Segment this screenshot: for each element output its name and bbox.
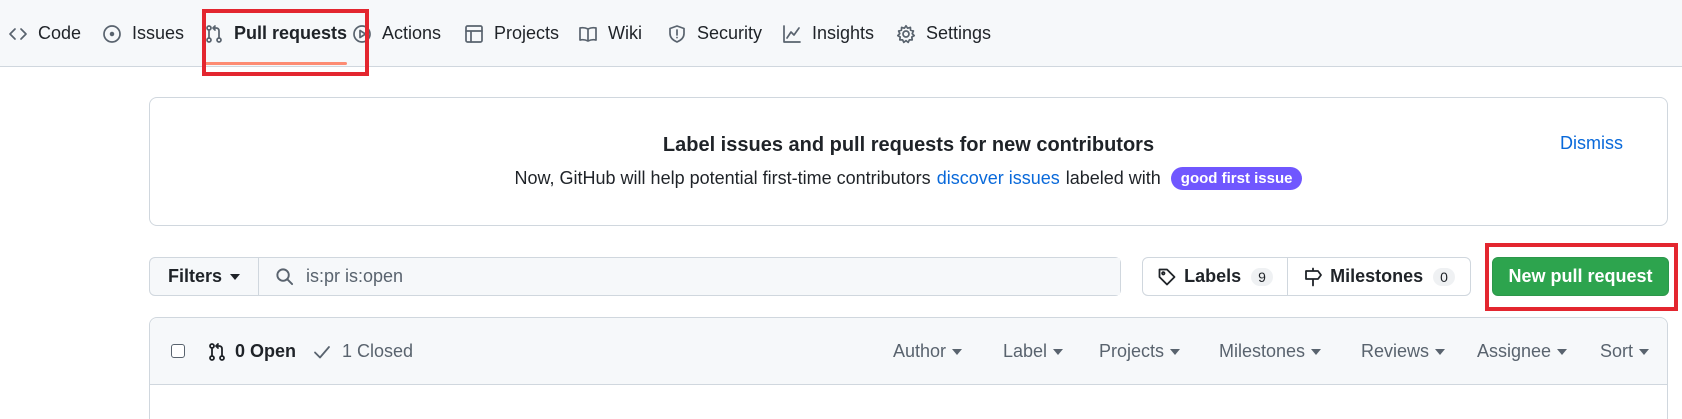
filters-button-label: Filters — [167, 266, 223, 286]
reviews-menu-label: Reviews — [1361, 341, 1430, 361]
tab-pull-requests[interactable]: Pull requests — [204, 0, 348, 67]
new-contributors-banner: Label issues and pull requests for new c… — [149, 97, 1668, 226]
tab-actions-label: Actions — [382, 23, 442, 43]
search-input[interactable] — [306, 266, 906, 287]
labels-button-label: Labels — [1184, 266, 1242, 286]
tag-icon — [1158, 268, 1176, 285]
table-icon — [465, 24, 483, 43]
git-pull-request-icon — [206, 24, 222, 43]
tab-code-label: Code — [38, 23, 82, 43]
banner-text: Now, GitHub will help potential first-ti… — [150, 167, 1667, 190]
milestones-menu[interactable]: Milestones — [1219, 318, 1322, 385]
good-first-issue-badge[interactable]: good first issue — [1170, 167, 1303, 190]
milestones-menu-label: Milestones — [1219, 341, 1306, 361]
tab-settings[interactable]: Settings — [896, 0, 991, 67]
code-icon — [9, 27, 27, 40]
closed-filter[interactable]: 1 Closed — [312, 318, 413, 385]
author-menu[interactable]: Author — [893, 318, 963, 385]
projects-menu-label: Projects — [1099, 341, 1165, 361]
shield-icon — [669, 24, 685, 43]
assignee-menu-label: Assignee — [1477, 341, 1552, 361]
labels-milestones-group: Labels 9 Milestones 0 — [1142, 257, 1471, 296]
labels-count: 9 — [1251, 267, 1273, 286]
label-menu-label: Label — [1003, 341, 1048, 361]
list-header: 0 Open 1 Closed Author Label Projects Mi… — [150, 318, 1667, 385]
gear-icon — [896, 24, 916, 43]
chevron-down-icon — [1435, 348, 1446, 355]
tab-projects[interactable]: Projects — [464, 0, 559, 67]
new-pull-request-button[interactable]: New pull request — [1492, 257, 1669, 296]
milestones-button-label: Milestones — [1330, 266, 1424, 286]
banner-text-suffix: labeled with — [1065, 168, 1161, 188]
dismiss-button[interactable]: Dismiss — [1560, 133, 1623, 154]
chevron-down-icon — [230, 273, 241, 280]
sort-menu-label: Sort — [1600, 341, 1634, 361]
tab-actions[interactable]: Actions — [352, 0, 441, 67]
tab-pull-requests-label: Pull requests — [234, 23, 348, 43]
search-icon — [276, 268, 294, 286]
open-count-label: 0 Open — [235, 341, 297, 361]
tab-insights[interactable]: Insights — [782, 0, 874, 67]
chevron-down-icon — [1170, 348, 1181, 355]
discover-issues-link[interactable]: discover issues — [937, 168, 1060, 189]
reviews-menu[interactable]: Reviews — [1361, 318, 1446, 385]
filters-button[interactable]: Filters — [150, 258, 259, 295]
chevron-down-icon — [1053, 348, 1064, 355]
filter-bar: Filters — [149, 257, 1121, 296]
tab-wiki-label: Wiki — [608, 23, 642, 43]
banner-title: Label issues and pull requests for new c… — [662, 134, 1155, 156]
labels-button[interactable]: Labels 9 — [1143, 258, 1288, 295]
play-icon — [353, 24, 371, 43]
tab-code[interactable]: Code — [8, 0, 81, 67]
select-all-checkbox[interactable] — [171, 344, 185, 358]
tab-issues[interactable]: Issues — [102, 0, 184, 67]
milestones-button[interactable]: Milestones 0 — [1288, 258, 1470, 295]
tab-projects-label: Projects — [494, 23, 560, 43]
milestone-icon — [1305, 267, 1322, 286]
milestones-count: 0 — [1433, 267, 1455, 286]
tab-security[interactable]: Security — [667, 0, 762, 67]
search-box[interactable] — [259, 258, 1120, 295]
chevron-down-icon — [1311, 348, 1322, 355]
banner-text-prefix: Now, GitHub will help potential first-ti… — [514, 168, 931, 188]
issue-opened-icon — [103, 24, 121, 43]
tab-issues-label: Issues — [132, 23, 185, 43]
assignee-menu[interactable]: Assignee — [1477, 318, 1568, 385]
chevron-down-icon — [952, 348, 963, 355]
tab-settings-label: Settings — [926, 23, 992, 43]
author-menu-label: Author — [893, 341, 947, 361]
chevron-down-icon — [1639, 348, 1650, 355]
graph-icon — [783, 24, 801, 43]
tab-wiki[interactable]: Wiki — [578, 0, 642, 67]
sort-menu[interactable]: Sort — [1600, 318, 1650, 385]
label-menu[interactable]: Label — [1003, 318, 1064, 385]
projects-menu[interactable]: Projects — [1099, 318, 1181, 385]
chevron-down-icon — [1557, 348, 1568, 355]
tab-security-label: Security — [697, 23, 763, 43]
book-icon — [579, 26, 597, 42]
open-filter[interactable]: 0 Open — [207, 318, 296, 385]
git-pull-request-icon — [209, 342, 225, 361]
closed-count-label: 1 Closed — [342, 341, 414, 361]
repo-nav: Code Issues Pull requests Actions Projec… — [0, 0, 1682, 67]
tab-insights-label: Insights — [812, 23, 875, 43]
check-icon — [314, 345, 330, 358]
pull-request-list: 0 Open 1 Closed Author Label Projects Mi… — [149, 317, 1668, 419]
